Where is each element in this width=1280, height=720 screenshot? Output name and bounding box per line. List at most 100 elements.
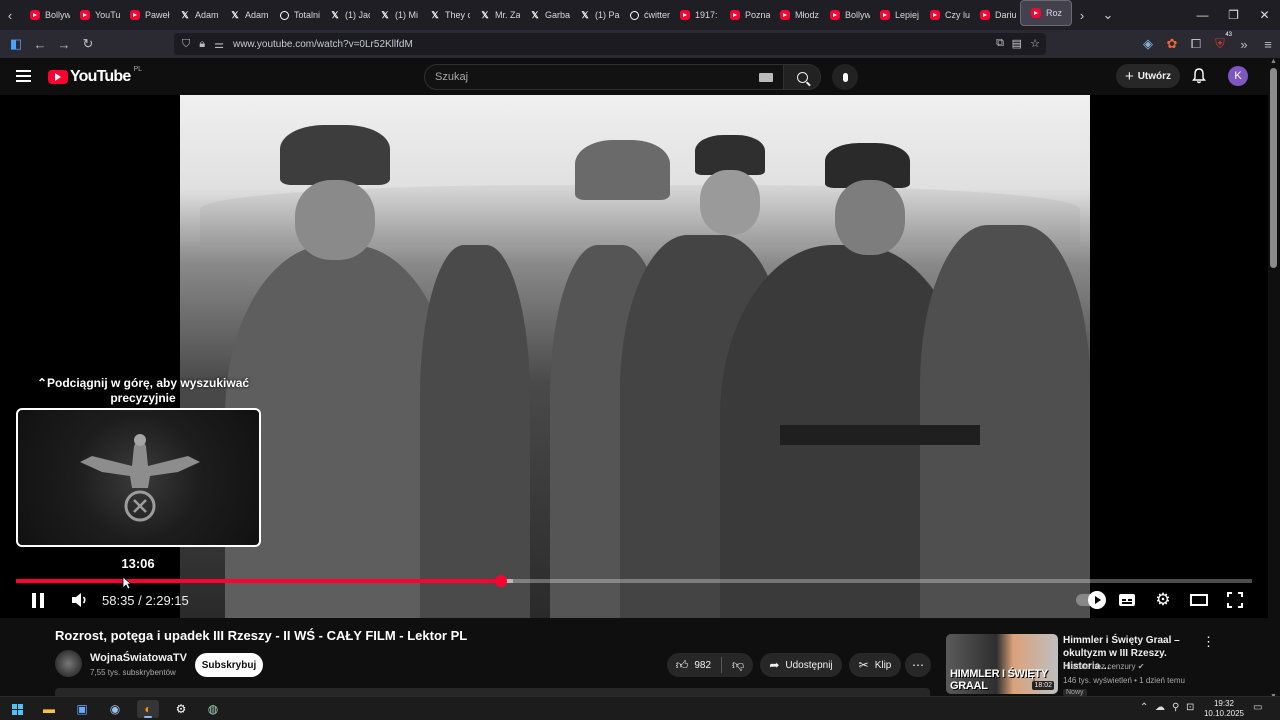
browser-tab[interactable]: Lepiej xyxy=(870,0,920,30)
browser-tab[interactable]: 1917: xyxy=(670,0,720,30)
subscribe-button[interactable]: Subskrybuj xyxy=(195,653,263,677)
video-player[interactable]: ⌃Podciągnij w górę, aby wyszukiwać precy… xyxy=(0,95,1268,618)
reload-button[interactable]: ↻ xyxy=(76,30,100,58)
browser-tab[interactable]: 𝕏 Adam xyxy=(220,0,270,30)
browser-tab[interactable]: Pozna xyxy=(720,0,770,30)
x-icon: 𝕏 xyxy=(181,9,189,20)
back-button[interactable]: ← xyxy=(28,30,52,58)
address-bar[interactable]: ⛉ 🔒︎ ⚌ www.youtube.com/watch?v=0Lr52Kllf… xyxy=(174,33,1046,55)
firefox-icon[interactable]: ◐ xyxy=(137,700,159,718)
browser-tab[interactable]: 𝕏 They c xyxy=(420,0,470,30)
dislike-button[interactable]: 👎︎ xyxy=(732,658,744,673)
browser-tab[interactable]: Bollyw xyxy=(20,0,70,30)
subtitles-button[interactable] xyxy=(1117,591,1137,609)
notifications-bell-icon[interactable] xyxy=(1192,68,1206,84)
pause-button[interactable] xyxy=(32,591,48,609)
youtube-logo[interactable]: YouTube PL xyxy=(48,66,142,86)
theater-mode-button[interactable] xyxy=(1189,591,1209,609)
browser-tab[interactable]: 𝕏 (1) Pa xyxy=(570,0,620,30)
app-menu-icon[interactable]: ≡ xyxy=(1256,30,1280,58)
settings-app-icon[interactable]: ⚙ xyxy=(170,700,192,718)
settings-button[interactable]: ⚙ xyxy=(1153,590,1173,609)
browser-tab[interactable]: 𝕏 Adam xyxy=(170,0,220,30)
shield-icon[interactable]: ⛉ xyxy=(182,38,190,51)
video-frame[interactable] xyxy=(180,95,1090,618)
clock-date: 10.10.2025 xyxy=(1203,709,1245,718)
autoplay-toggle[interactable] xyxy=(1076,591,1106,609)
fullscreen-button[interactable] xyxy=(1225,591,1245,609)
tab-label: Paweł xyxy=(145,10,170,20)
voice-search-mic-icon[interactable] xyxy=(832,64,858,90)
permissions-icon[interactable]: ⚌ xyxy=(214,38,224,51)
sidebar-toggle-icon[interactable]: ◧ xyxy=(4,30,28,58)
onedrive-cloud-icon[interactable]: ☁ xyxy=(1155,702,1165,713)
browser-tab[interactable]: Dariu xyxy=(970,0,1020,30)
minimize-button[interactable]: — xyxy=(1187,0,1218,30)
browser-tab[interactable]: Paweł xyxy=(120,0,170,30)
ublock-extension-icon[interactable]: ⛨ 43 xyxy=(1208,30,1232,58)
windows-start-icon[interactable] xyxy=(6,700,28,718)
create-button[interactable]: + Utwórz xyxy=(1116,64,1180,88)
youtube-icon xyxy=(130,10,140,20)
new-badge: Nowy xyxy=(1063,689,1087,696)
clip-button[interactable]: ✂ Klip xyxy=(849,653,901,677)
tab-label: Młodz xyxy=(795,10,820,20)
system-clock[interactable]: 19:32 10.10.2025 xyxy=(1202,699,1246,719)
overflow-menu-icon[interactable]: » xyxy=(1232,30,1256,58)
recommended-channel[interactable]: Historia bez cenzury ✔ xyxy=(1063,662,1144,671)
bookmark-star-icon[interactable]: ☆ xyxy=(1030,37,1040,50)
keyboard-icon[interactable] xyxy=(759,73,773,82)
recommended-more-icon[interactable]: ⋮ xyxy=(1202,634,1215,650)
browser-tab[interactable]: 𝕏 (1) Jac xyxy=(320,0,370,30)
page-scrollbar[interactable]: ▲ ▼ xyxy=(1268,58,1280,700)
volume-icon[interactable] xyxy=(70,591,90,609)
search-button[interactable] xyxy=(783,64,821,90)
recommended-video-thumbnail[interactable]: HIMMLER I ŚWIĘTY GRAAL 18:02 xyxy=(946,634,1058,694)
browser-tab[interactable]: Czy lu xyxy=(920,0,970,30)
maximize-button[interactable]: ❐ xyxy=(1218,0,1249,30)
forward-button[interactable]: → xyxy=(52,30,76,58)
search-input[interactable]: Szukaj xyxy=(424,64,784,90)
game-app-icon[interactable]: ◍ xyxy=(202,700,224,718)
network-icon[interactable]: ⊡ xyxy=(1186,702,1194,713)
browser-tab[interactable]: Młodz xyxy=(770,0,820,30)
browser-tab-active[interactable]: Roz xyxy=(1020,0,1072,26)
notifications-icon[interactable]: ▭ xyxy=(1253,702,1262,713)
scroll-up-icon[interactable]: ▲ xyxy=(1270,58,1277,65)
scrollbar-thumb[interactable] xyxy=(1270,68,1277,268)
like-divider xyxy=(721,657,723,673)
picture-in-picture-icon[interactable]: ⧉ xyxy=(996,37,1004,50)
browser-tab[interactable]: ćwitter xyxy=(620,0,670,30)
security-tray-icon[interactable]: ⚲ xyxy=(1172,702,1179,713)
progress-bar[interactable] xyxy=(16,575,1252,587)
browser-tab[interactable]: YouTu xyxy=(70,0,120,30)
extension-icon[interactable]: ✿ xyxy=(1160,30,1184,58)
tab-scroll-left-icon[interactable]: ‹ xyxy=(0,0,20,30)
browser-tab[interactable]: 𝕏 Garba xyxy=(520,0,570,30)
browser-tab[interactable]: 𝕏 Mr. Za xyxy=(470,0,520,30)
lock-icon[interactable]: 🔒︎ xyxy=(199,38,205,51)
vpn-extension-icon[interactable]: ◈ xyxy=(1136,30,1160,58)
account-avatar[interactable]: K xyxy=(1228,66,1248,86)
extensions-puzzle-icon[interactable]: ⧠ xyxy=(1184,30,1208,58)
close-window-button[interactable]: ✕ xyxy=(1249,0,1280,30)
reader-view-icon[interactable]: ▤ xyxy=(1012,37,1022,50)
menu-hamburger-icon[interactable] xyxy=(16,70,31,82)
share-button[interactable]: ➦ Udostępnij xyxy=(760,653,842,677)
file-explorer-icon[interactable]: ▬ xyxy=(38,700,60,718)
more-actions-button[interactable]: ⋯ xyxy=(905,653,931,677)
tray-chevron-icon[interactable]: ⌃ xyxy=(1140,702,1148,713)
like-button[interactable]: 👍︎ 982 xyxy=(676,658,711,673)
description-box-top[interactable] xyxy=(55,688,930,696)
browser-tab[interactable]: Totalni xyxy=(270,0,320,30)
youtube-icon xyxy=(780,10,790,20)
browser-tab[interactable]: 𝕏 (1) Mi xyxy=(370,0,420,30)
browser-tab[interactable]: Bollyw xyxy=(820,0,870,30)
channel-avatar[interactable] xyxy=(55,650,82,677)
monitor-app-icon[interactable]: ▣ xyxy=(71,700,93,718)
url-text[interactable]: www.youtube.com/watch?v=0Lr52KllfdM xyxy=(233,39,413,50)
tab-scroll-right-icon[interactable]: › xyxy=(1072,0,1092,30)
steam-icon[interactable]: ◉ xyxy=(104,700,126,718)
tab-list-dropdown-icon[interactable]: ⌄ xyxy=(1098,0,1118,30)
channel-name[interactable]: WojnaŚwiatowaTV xyxy=(90,652,187,664)
